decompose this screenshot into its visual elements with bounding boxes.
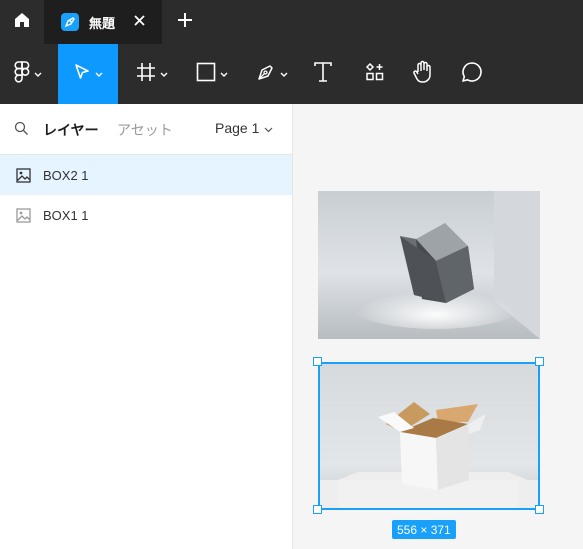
hand-icon	[412, 60, 434, 89]
pointer-arrow-icon	[73, 63, 91, 86]
chevron-down-icon	[280, 65, 288, 83]
hand-tool-button[interactable]	[404, 44, 442, 104]
move-tool-button[interactable]	[58, 44, 118, 104]
home-icon	[14, 12, 30, 33]
layer-row[interactable]: BOX1 1	[0, 195, 292, 235]
pen-tool-icon	[256, 62, 276, 87]
figma-file-icon	[61, 13, 79, 31]
layers-panel: レイヤー アセット Page 1 BOX2 1 BOX1 1	[0, 104, 293, 549]
selection-size-badge: 556 × 371	[392, 520, 456, 539]
tab-assets[interactable]: アセット	[117, 120, 173, 140]
page-selector[interactable]: Page 1	[215, 120, 273, 136]
figma-logo-icon	[14, 60, 30, 88]
image-layer-icon	[15, 207, 31, 223]
text-tool-button[interactable]	[304, 44, 342, 104]
selection-outline	[318, 362, 540, 510]
shape-tool-button[interactable]	[184, 44, 240, 104]
resources-button[interactable]	[356, 44, 394, 104]
home-button[interactable]	[0, 0, 44, 44]
rectangle-icon	[196, 62, 216, 87]
resources-grid-icon	[365, 62, 385, 87]
resize-handle-top-left[interactable]	[313, 357, 322, 366]
tab-active-file[interactable]: 無題	[44, 0, 162, 44]
comment-bubble-icon	[461, 61, 483, 88]
tab-title: 無題	[89, 15, 116, 31]
toolbar	[0, 44, 583, 104]
tab-bar: 無題	[0, 0, 583, 44]
comment-tool-button[interactable]	[452, 44, 492, 104]
layer-name: BOX1 1	[43, 207, 89, 223]
layer-row[interactable]: BOX2 1	[0, 155, 292, 195]
page-selector-label: Page 1	[215, 120, 260, 136]
resize-handle-bottom-right[interactable]	[535, 505, 544, 514]
panel-header: レイヤー アセット Page 1	[0, 104, 292, 155]
chevron-down-icon	[259, 120, 273, 136]
resize-handle-top-right[interactable]	[535, 357, 544, 366]
frame-tool-button[interactable]	[124, 44, 180, 104]
chevron-down-icon	[160, 65, 168, 83]
canvas[interactable]: 556 × 371	[294, 104, 583, 549]
resize-handle-bottom-left[interactable]	[313, 505, 322, 514]
layer-name: BOX2 1	[43, 167, 89, 183]
chevron-down-icon	[34, 65, 42, 83]
plus-icon	[178, 12, 192, 32]
chevron-down-icon	[95, 65, 103, 83]
canvas-image-box2[interactable]	[318, 191, 540, 339]
chevron-down-icon	[220, 65, 228, 83]
tab-layers[interactable]: レイヤー	[43, 120, 99, 140]
new-tab-button[interactable]	[174, 11, 196, 33]
close-icon	[133, 13, 145, 31]
frame-hash-icon	[136, 62, 156, 87]
search-icon[interactable]	[14, 121, 29, 141]
image-layer-icon	[15, 167, 31, 183]
main-menu-button[interactable]	[0, 44, 56, 104]
pen-tool-button[interactable]	[244, 44, 300, 104]
text-t-icon	[313, 61, 333, 88]
close-tab-button[interactable]	[132, 15, 146, 29]
